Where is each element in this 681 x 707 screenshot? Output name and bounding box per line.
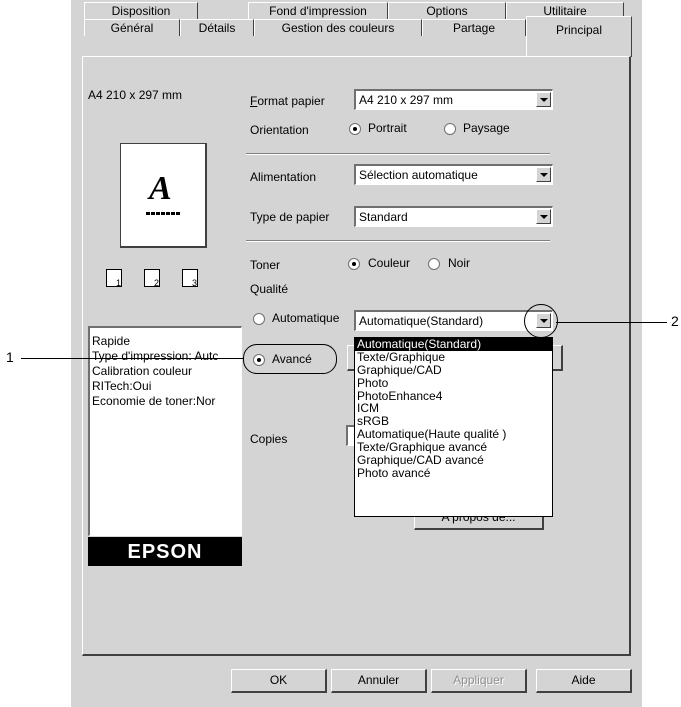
type-papier-value: Standard	[359, 210, 408, 224]
qualite-label: Qualité	[250, 282, 289, 296]
couleur-label: Couleur	[368, 256, 411, 270]
orientation-label: Orientation	[250, 123, 309, 137]
toner-label: Toner	[250, 258, 281, 272]
callout-line-2	[556, 322, 667, 323]
page-icon-1: 1	[106, 269, 122, 288]
summary-line: RITech:Oui	[92, 379, 152, 393]
automatique-label: Automatique	[272, 311, 340, 325]
callout-circle-arrow	[524, 304, 558, 338]
alimentation-value: Sélection automatique	[359, 168, 478, 182]
callout-line-1	[21, 358, 244, 359]
dropdown-option[interactable]: Graphique/CAD avancé	[355, 454, 552, 467]
callout-number-2: 2	[671, 313, 679, 329]
dropdown-option[interactable]: Texte/Graphique	[355, 350, 552, 364]
separator	[246, 153, 550, 155]
type-papier-select[interactable]: Standard	[354, 206, 553, 227]
callout-number-1: 1	[6, 349, 14, 365]
tab-details[interactable]: Détails	[180, 19, 254, 36]
tab-gestion-couleurs[interactable]: Gestion des couleurs	[254, 19, 422, 36]
summary-line: Economie de toner:Nor	[92, 394, 216, 408]
tab-principal[interactable]: Principal	[526, 16, 632, 57]
annuler-button[interactable]: Annuler	[331, 669, 427, 693]
page-icon-3: 3	[182, 269, 198, 288]
format-papier-select[interactable]: A4 210 x 297 mm	[354, 89, 553, 110]
qualite-auto-value: Automatique(Standard)	[359, 314, 484, 328]
callout-circle-avance	[243, 344, 337, 374]
tab-options[interactable]: Options	[388, 2, 506, 19]
dropdown-option[interactable]: Automatique(Standard)	[355, 338, 552, 351]
chevron-down-icon[interactable]	[536, 209, 551, 224]
dropdown-option[interactable]: Photo avancé	[355, 466, 552, 480]
chevron-down-icon[interactable]	[536, 92, 551, 107]
page-preview: A	[120, 143, 207, 248]
appliquer-button[interactable]: Appliquer	[431, 669, 527, 693]
ok-button[interactable]: OK	[231, 669, 327, 693]
page-icon-2: 2	[144, 269, 160, 288]
summary-line: Calibration couleur	[92, 364, 193, 378]
paper-size-caption: A4 210 x 297 mm	[88, 88, 183, 102]
paysage-radio[interactable]	[444, 123, 456, 135]
portrait-label: Portrait	[368, 121, 407, 135]
alimentation-select[interactable]: Sélection automatique	[354, 164, 553, 185]
format-papier-label: Format papier	[250, 94, 325, 108]
preview-letter: A	[149, 170, 172, 207]
tab-partage[interactable]: Partage	[422, 19, 526, 36]
couleur-radio[interactable]	[348, 258, 360, 270]
format-papier-value: A4 210 x 297 mm	[359, 93, 454, 107]
tab-general[interactable]: Général	[84, 19, 180, 36]
portrait-radio[interactable]	[349, 123, 361, 135]
summary-line: Rapide	[92, 334, 131, 348]
qualite-dropdown-list[interactable]: Automatique(Standard) Texte/Graphique Gr…	[354, 337, 553, 517]
aide-button[interactable]: Aide	[536, 669, 632, 693]
automatique-radio[interactable]	[253, 313, 265, 325]
noir-label: Noir	[448, 256, 471, 270]
summary-line: Type d'impression: Autc	[92, 349, 219, 363]
paysage-label: Paysage	[463, 121, 510, 135]
dropdown-option[interactable]: Graphique/CAD	[355, 363, 552, 377]
alimentation-label: Alimentation	[250, 170, 317, 184]
page-order-icons: 1 2 3	[104, 266, 224, 288]
dropdown-option[interactable]: Photo	[355, 376, 552, 390]
chevron-down-icon[interactable]	[536, 167, 551, 182]
separator	[246, 240, 550, 242]
type-papier-label: Type de papier	[250, 210, 330, 224]
tab-fond-impression[interactable]: Fond d'impression	[248, 2, 388, 19]
tab-disposition[interactable]: Disposition	[84, 2, 198, 19]
preview-ruler	[146, 212, 180, 215]
epson-logo: EPSON	[88, 537, 242, 566]
copies-label: Copies	[250, 432, 288, 446]
dropdown-option[interactable]: PhotoEnhance4	[355, 389, 552, 403]
noir-radio[interactable]	[428, 258, 440, 270]
